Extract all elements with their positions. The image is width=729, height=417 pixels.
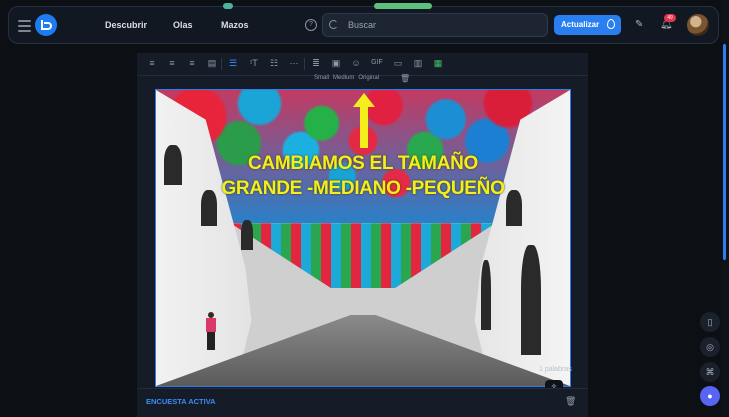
doorway bbox=[521, 245, 541, 355]
update-button-label: Actualizar bbox=[561, 20, 600, 29]
search-placeholder: Buscar bbox=[348, 20, 377, 30]
gif-button[interactable]: GIF bbox=[369, 59, 385, 66]
help-icon[interactable]: ? bbox=[305, 19, 317, 31]
pedestrian-figure bbox=[206, 312, 216, 352]
search-input[interactable]: Buscar bbox=[322, 13, 548, 37]
update-button[interactable]: Actualizar bbox=[554, 15, 621, 35]
nav-link-mazos[interactable]: Mazos bbox=[221, 20, 249, 30]
image-icon[interactable]: ▣ bbox=[330, 58, 342, 69]
top-navigation-bar: Descubrir Olas Mazos ? Buscar Actualizar… bbox=[8, 3, 719, 44]
size-option-small[interactable]: Small bbox=[314, 75, 329, 81]
align-center-icon[interactable]: ≡ bbox=[166, 58, 178, 68]
editor-toolbar: ≡ ≡ ≡ ▤ ☰ ᵗT ☷ ⋯ ≣ ▣ ☺ GIF ▭ ▥ ▦ bbox=[137, 53, 588, 76]
inserted-image[interactable]: CAMBIAMOS EL TAMAÑO GRANDE -MEDIANO -PEQ… bbox=[155, 89, 571, 387]
page-scrollbar[interactable] bbox=[723, 44, 726, 260]
delete-post-icon[interactable]: 🗑︎ bbox=[565, 396, 576, 407]
edit-pen-icon[interactable]: ✎ bbox=[635, 19, 643, 30]
list-icon[interactable]: ☷ bbox=[268, 58, 280, 69]
word-count: 1 palabras bbox=[539, 366, 572, 373]
nav-link-descubrir[interactable]: Descubrir bbox=[105, 20, 147, 30]
font-size-icon[interactable]: ᵗT bbox=[248, 58, 260, 68]
editor-footer: ENCUESTA ACTIVA 🗑︎ bbox=[137, 388, 588, 417]
topbar-indicator-dot bbox=[223, 3, 233, 9]
text-align-icon[interactable]: ☰ bbox=[227, 58, 239, 69]
flame-icon bbox=[607, 19, 615, 29]
emoji-icon[interactable]: ☺ bbox=[350, 58, 362, 68]
align-right-icon[interactable]: ≡ bbox=[186, 58, 198, 68]
topbar-indicator-accent bbox=[374, 3, 432, 9]
toolbar-divider bbox=[304, 58, 305, 70]
overlay-caption-line2: GRANDE -MEDIANO -PEQUEÑO bbox=[221, 178, 505, 199]
video-icon[interactable]: ▭ bbox=[392, 58, 404, 69]
notification-badge: 49 bbox=[664, 14, 676, 22]
hamburger-menu-icon[interactable] bbox=[18, 20, 31, 32]
image-size-options: Small Medium Original bbox=[314, 75, 379, 81]
chart-icon[interactable]: ▥ bbox=[412, 58, 424, 69]
align-justify-icon[interactable]: ▤ bbox=[206, 58, 218, 69]
podcast-icon[interactable]: ◎ bbox=[700, 337, 720, 357]
delete-image-icon[interactable]: 🗑︎ bbox=[400, 74, 410, 83]
active-survey-label[interactable]: ENCUESTA ACTIVA bbox=[146, 397, 216, 406]
paragraph-icon[interactable]: ≣ bbox=[310, 58, 322, 69]
yellow-arrow-icon bbox=[353, 93, 375, 107]
apps-icon[interactable]: ⌘ bbox=[700, 362, 720, 382]
umbrella-canopy bbox=[230, 223, 496, 289]
yellow-arrow-shaft bbox=[360, 106, 368, 148]
discord-icon[interactable]: ● bbox=[700, 386, 720, 406]
map-icon[interactable]: ▦ bbox=[432, 58, 444, 69]
doorway bbox=[481, 260, 491, 330]
nav-link-olas[interactable]: Olas bbox=[173, 20, 193, 30]
overlay-caption-line1: CAMBIAMOS EL TAMAÑO bbox=[247, 153, 479, 174]
window bbox=[241, 220, 253, 250]
more-icon[interactable]: ⋯ bbox=[288, 58, 300, 69]
app-logo-icon[interactable] bbox=[35, 14, 57, 36]
align-left-icon[interactable]: ≡ bbox=[146, 58, 158, 68]
user-avatar[interactable] bbox=[687, 14, 709, 36]
book-icon[interactable]: ▯ bbox=[700, 312, 720, 332]
size-option-original[interactable]: Original bbox=[358, 75, 379, 81]
toolbar-divider bbox=[221, 58, 222, 70]
search-refresh-icon bbox=[329, 20, 338, 29]
size-option-medium[interactable]: Medium bbox=[333, 75, 354, 81]
